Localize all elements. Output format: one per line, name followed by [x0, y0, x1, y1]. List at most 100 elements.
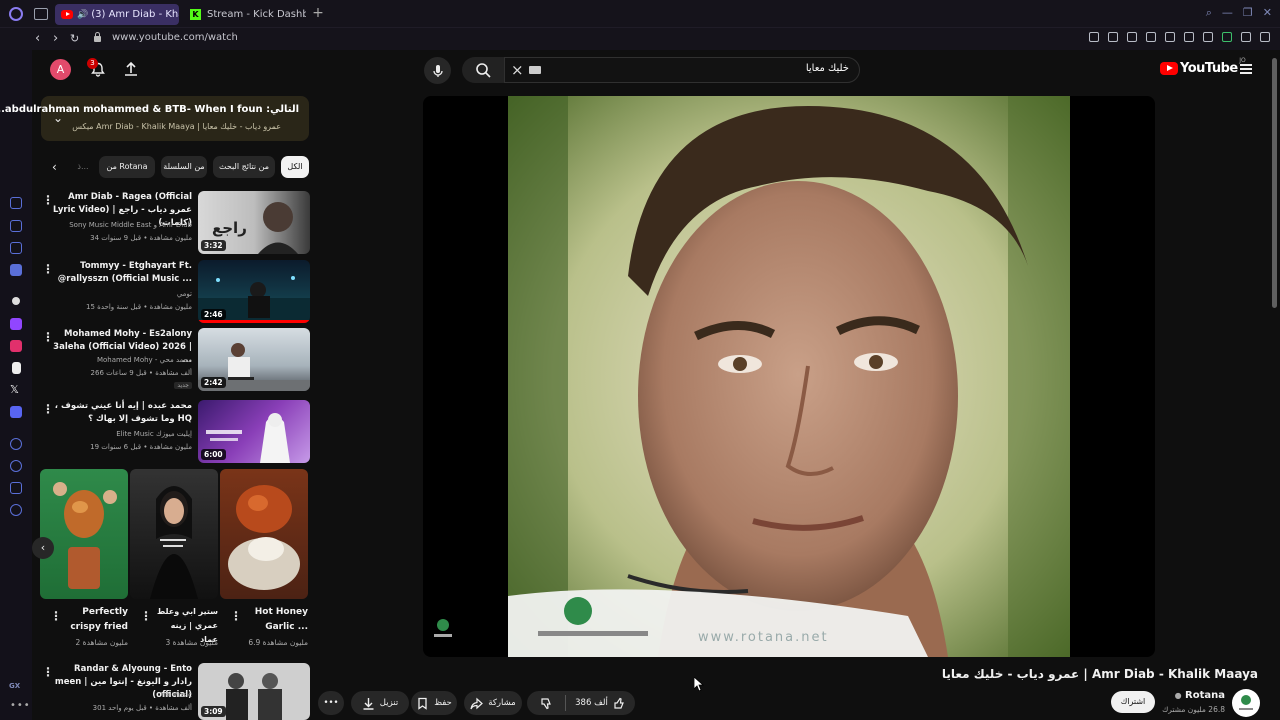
youtube-logo[interactable]: YouTube JO: [1160, 57, 1246, 76]
shorts-prev-button[interactable]: ‹: [32, 537, 54, 559]
video-thumbnail[interactable]: 2:46: [198, 260, 310, 323]
twitch-icon[interactable]: [10, 318, 22, 330]
settings-icon[interactable]: [10, 504, 22, 516]
avatar[interactable]: A: [50, 59, 71, 80]
video-thumbnail[interactable]: 3:09: [198, 663, 310, 720]
workspaces-icon[interactable]: [34, 8, 48, 20]
back-icon[interactable]: ‹: [35, 31, 40, 46]
list-item[interactable]: 2:46 ⋮ Tommyy - Etghayart Ft. @rallysszn…: [38, 260, 310, 324]
video-frame: www.rotana.net: [508, 96, 1070, 657]
search-button[interactable]: [462, 57, 504, 83]
save-button[interactable]: حفظ: [411, 691, 457, 715]
music-icon[interactable]: [10, 438, 22, 450]
opera-logo-icon[interactable]: [9, 7, 23, 21]
voice-search-mic-icon[interactable]: [424, 57, 451, 84]
tiktok-icon[interactable]: [12, 362, 21, 374]
chip-search-results[interactable]: من نتائج البحث: [213, 156, 275, 178]
gx-icon[interactable]: GX: [9, 682, 20, 690]
channel-name[interactable]: ● Rotana: [1175, 690, 1225, 701]
short-title[interactable]: Perfectly crispy fried: [60, 605, 128, 635]
tab-youtube[interactable]: 🔊 (3) Amr Diab - Khalik: [55, 4, 179, 25]
chip-more[interactable]: ذ...: [72, 156, 94, 178]
shield-icon[interactable]: [1127, 32, 1137, 42]
scrollbar-thumb[interactable]: [1272, 58, 1277, 308]
download-button[interactable]: تنزيل: [351, 691, 409, 715]
extensions-sidebar-icon[interactable]: [10, 482, 22, 494]
extension-green-icon[interactable]: [1222, 32, 1232, 42]
more-icon[interactable]: •••: [10, 700, 31, 711]
mix-playlist-card[interactable]: ⌄ التالي: abdulrahman mohammed & BTB- Wh…: [0, 96, 309, 141]
like-button[interactable]: 386 ألف: [566, 691, 635, 715]
workspace-icon[interactable]: [10, 220, 22, 232]
channel-name[interactable]: تومي: [177, 290, 192, 298]
list-item[interactable]: 3:09 ⋮ Randar & Alyoung - Ento meen | را…: [38, 663, 310, 720]
instagram-icon[interactable]: [10, 340, 22, 352]
minimize-icon[interactable]: —: [1222, 6, 1233, 20]
video-thumbnail[interactable]: 6:00: [198, 400, 310, 463]
vpn-icon[interactable]: [1146, 32, 1156, 42]
browser-tab-bar: 🔊 (3) Amr Diab - Khalik K Stream - Kick …: [0, 0, 1280, 28]
history-icon[interactable]: [10, 460, 22, 472]
forward-icon[interactable]: ›: [53, 31, 58, 46]
discord-icon[interactable]: [10, 406, 22, 418]
list-item[interactable]: 2:42 ⋮ Mohamed Mohy - Es2alony 3aleha (O…: [38, 328, 310, 392]
channel-avatar[interactable]: [1232, 689, 1260, 717]
player-icon[interactable]: [1165, 32, 1175, 42]
clear-search-icon[interactable]: ×: [511, 61, 524, 79]
speaker-icon[interactable]: 🔊: [77, 10, 88, 20]
chevron-left-icon[interactable]: ‹: [52, 160, 57, 174]
menu-dots-icon[interactable]: [1260, 32, 1270, 42]
channel-name[interactable]: Elite Music إيليت ميوزك: [116, 430, 192, 438]
chip-rotana[interactable]: من Rotana: [99, 156, 155, 178]
short-thumbnail[interactable]: [220, 469, 308, 599]
guide-menu-icon[interactable]: [1240, 64, 1252, 74]
keyboard-icon[interactable]: [529, 66, 541, 74]
video-title[interactable]: محمد عبده | إيه أنا عيني تشوف ، وما تشوف…: [42, 400, 192, 426]
messenger-icon[interactable]: [10, 264, 22, 276]
snapshot-icon[interactable]: [1108, 32, 1118, 42]
create-upload-icon[interactable]: [123, 61, 139, 77]
close-window-icon[interactable]: ✕: [1263, 6, 1272, 20]
share-icon: [470, 697, 484, 709]
search-tabs-icon[interactable]: ⌕: [1206, 6, 1212, 20]
subscribe-button[interactable]: اشتراك: [1111, 691, 1155, 713]
video-meta: 266 ألف مشاهدة • قبل 9 ساعات: [90, 369, 192, 377]
short-title[interactable]: Hot Honey Garlic ...: [240, 605, 308, 635]
list-item[interactable]: راجع 3:32 ⋮ Amr Diab - Ragea (Official L…: [38, 191, 310, 255]
mix-next-title: التالي: abdulrahman mohammed & BTB- When…: [0, 104, 299, 115]
pinboard-icon[interactable]: [10, 242, 22, 254]
channel-name[interactable]: Mohamed Mohy - محمد محي: [97, 356, 192, 364]
share-button[interactable]: مشاركة: [464, 691, 522, 715]
video-title[interactable]: Tommyy - Etghayart Ft. @rallysszn (Offic…: [52, 260, 192, 286]
maximize-icon[interactable]: ❐: [1243, 6, 1253, 20]
subscriber-count: 26.8 مليون مشترك: [1162, 705, 1225, 714]
channel-name[interactable]: Sony Music Middle East و Amr Diab: [69, 221, 192, 229]
short-thumbnail[interactable]: [40, 469, 128, 599]
pin-icon[interactable]: [1089, 32, 1099, 42]
chip-all[interactable]: الكل: [281, 156, 309, 178]
url-field[interactable]: www.youtube.com/watch: [112, 32, 238, 43]
download-icon[interactable]: [1241, 32, 1251, 42]
video-thumbnail[interactable]: راجع 3:32: [198, 191, 310, 254]
aria-ai-icon[interactable]: [12, 297, 20, 305]
page-scrollbar[interactable]: [1271, 50, 1278, 720]
chip-series[interactable]: من السلسلة: [161, 156, 207, 178]
country-code: JO: [1239, 57, 1246, 64]
list-item[interactable]: 6:00 ⋮ محمد عبده | إيه أنا عيني تشوف ، و…: [38, 400, 310, 464]
more-actions-button[interactable]: •••: [318, 691, 344, 715]
short-thumbnail[interactable]: [130, 469, 218, 599]
search-input[interactable]: × خليك معايا: [504, 57, 860, 83]
dislike-button[interactable]: [527, 691, 565, 715]
tab-kick[interactable]: K Stream - Kick Dashboard: [184, 4, 306, 25]
lock-icon[interactable]: [93, 32, 102, 42]
video-thumbnail[interactable]: 2:42: [198, 328, 310, 391]
heart-icon[interactable]: [1184, 32, 1194, 42]
reload-icon[interactable]: ↻: [70, 32, 79, 45]
video-player[interactable]: www.rotana.net: [423, 96, 1155, 657]
channel-name[interactable]: YR Music: [161, 691, 192, 699]
extensions-icon[interactable]: [1203, 32, 1213, 42]
x-icon[interactable]: 𝕏: [10, 384, 22, 396]
aria-icon[interactable]: [10, 197, 22, 209]
kick-favicon-icon: K: [190, 9, 201, 20]
new-tab-icon[interactable]: +: [311, 6, 325, 20]
